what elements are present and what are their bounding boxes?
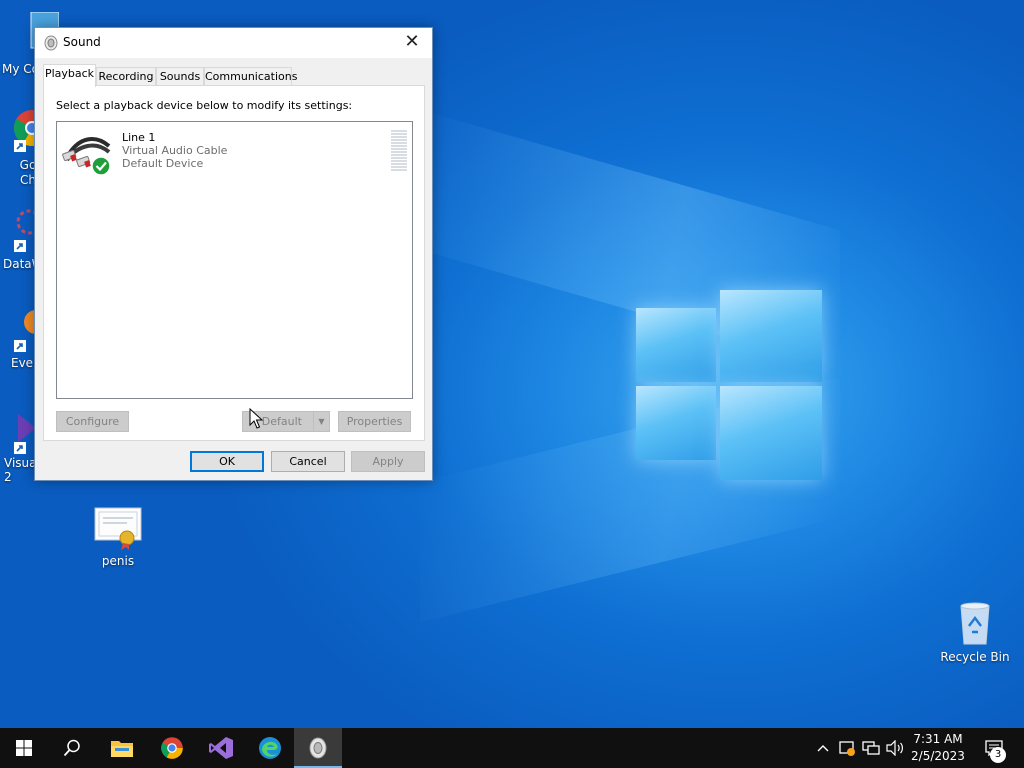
button-label: Configure: [65, 415, 120, 428]
recycle-bin-icon: [960, 602, 990, 645]
tab-recording[interactable]: Recording: [96, 67, 156, 86]
configure-button[interactable]: Configure: [56, 411, 129, 432]
desktop-icon-certificate[interactable]: penis: [86, 506, 150, 572]
dialog-titlebar[interactable]: Sound ✕: [35, 28, 432, 58]
tray-overflow-button[interactable]: [812, 728, 834, 768]
sound-app-icon: [309, 737, 327, 759]
button-label: Properties: [346, 415, 403, 428]
close-icon: ✕: [404, 31, 420, 52]
tab-label: Playback: [44, 67, 95, 80]
clock-time: 7:31 AM: [913, 732, 963, 746]
shortcut-arrow-icon: [14, 240, 26, 252]
button-label: Apply: [372, 455, 404, 468]
properties-button[interactable]: Properties: [338, 411, 411, 432]
sound-dialog: Sound ✕ Playback Recording Sounds Commun…: [34, 27, 433, 481]
volume-meter: [391, 130, 407, 172]
shortcut-arrow-icon: [14, 442, 26, 454]
desktop-icon-recycle-bin[interactable]: Recycle Bin: [940, 602, 1010, 668]
desktop-icon-label: penis: [101, 554, 135, 568]
volume-icon: [886, 740, 903, 756]
speaker-icon: [44, 35, 58, 51]
tab-sounds[interactable]: Sounds: [156, 67, 204, 86]
mouse-cursor-icon: [249, 408, 263, 429]
dialog-title: Sound: [63, 35, 101, 49]
close-button[interactable]: ✕: [392, 28, 432, 58]
device-driver: Virtual Audio Cable: [122, 144, 228, 157]
cancel-button[interactable]: Cancel: [271, 451, 345, 472]
tab-label: Recording: [98, 70, 154, 83]
start-button[interactable]: [0, 728, 48, 768]
instruction-text: Select a playback device below to modify…: [56, 99, 353, 112]
shortcut-arrow-icon: [14, 140, 26, 152]
button-label: Cancel: [289, 455, 327, 468]
desktop-icon-label: Recycle Bin: [940, 650, 1010, 664]
taskbar-file-explorer[interactable]: [98, 728, 146, 768]
certificate-icon: [94, 507, 142, 550]
taskbar: 7:31 AM 2/5/2023 3: [0, 728, 1024, 768]
chevron-up-icon: [817, 745, 829, 752]
clock-date: 2/5/2023: [911, 749, 965, 763]
audio-cable-icon: [62, 137, 111, 176]
chrome-icon: [161, 737, 183, 759]
search-button[interactable]: [48, 728, 96, 768]
tab-communications[interactable]: Communications: [204, 67, 297, 86]
tab-label: Communications: [205, 70, 298, 83]
shortcut-arrow-icon: [14, 340, 26, 352]
network-icon: [862, 741, 880, 755]
device-name: Line 1: [122, 131, 156, 144]
tab-label: Sounds: [159, 70, 201, 83]
search-icon: [63, 739, 80, 757]
ok-button[interactable]: OK: [190, 451, 264, 472]
tray-network-button[interactable]: [860, 728, 882, 768]
taskbar-chrome[interactable]: [148, 728, 196, 768]
chevron-down-icon[interactable]: ▼: [313, 412, 329, 431]
start-icon: [16, 740, 32, 756]
file-explorer-icon: [111, 741, 133, 757]
visual-studio-icon: [209, 737, 233, 759]
windows-logo-wallpaper: [636, 290, 822, 480]
device-status: Default Device: [122, 157, 204, 170]
apply-button[interactable]: Apply: [351, 451, 425, 472]
tab-playback[interactable]: Playback: [43, 64, 96, 87]
edge-icon: [259, 737, 281, 759]
system-clock[interactable]: 7:31 AM 2/5/2023: [908, 731, 968, 765]
playback-panel: Select a playback device below to modify…: [43, 85, 425, 441]
notification-count-badge: 3: [990, 747, 1006, 763]
button-label: OK: [219, 455, 235, 468]
device-list[interactable]: Line 1 Virtual Audio Cable Default Devic…: [56, 121, 413, 399]
security-warning-icon: [839, 741, 855, 756]
list-item[interactable]: Line 1 Virtual Audio Cable Default Devic…: [61, 128, 407, 176]
taskbar-visual-studio[interactable]: [197, 728, 245, 768]
tray-volume-button[interactable]: [884, 728, 906, 768]
tray-security-button[interactable]: [836, 728, 858, 768]
taskbar-edge[interactable]: [246, 728, 294, 768]
taskbar-sound[interactable]: [294, 728, 342, 768]
